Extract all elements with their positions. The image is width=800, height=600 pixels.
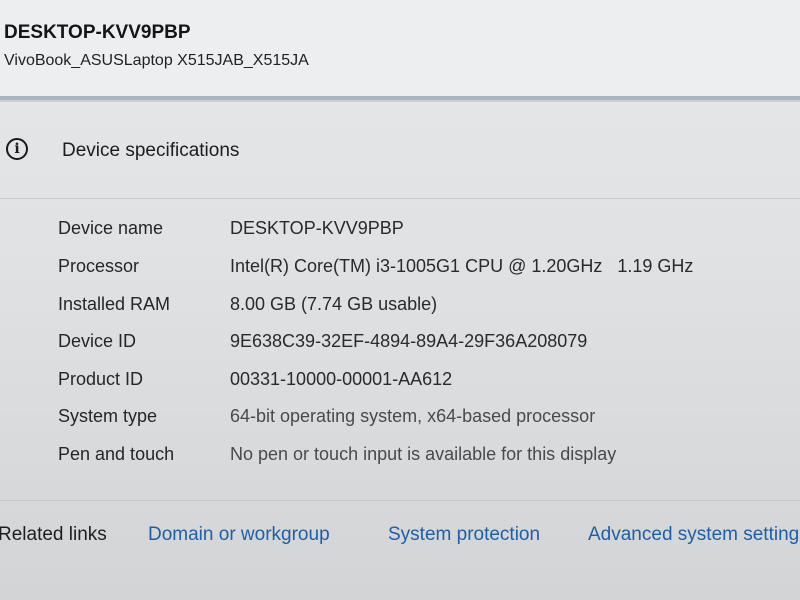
info-icon: i [6,138,28,160]
section-title: Device specifications [62,140,240,161]
spec-value: 9E638C39-32EF-4894-89A4-29F36A208079 [230,331,588,351]
device-model: VivoBook_ASUSLaptop X515JAB_X515JA [4,52,309,69]
related-links-label: Related links [0,524,107,545]
spec-row-device-name: Device name DESKTOP-KVV9PBP [0,218,800,248]
spec-label: Pen and touch [58,444,175,464]
spec-label: System type [58,406,158,426]
spec-label: Product ID [58,369,144,389]
spec-value: DESKTOP-KVV9PBP [230,218,404,238]
spec-row-system-type: System type 64-bit operating system, x64… [0,406,800,436]
section-divider [0,198,800,199]
link-system-protection[interactable]: System protection [388,524,540,546]
link-domain-or-workgroup[interactable]: Domain or workgroup [148,524,330,546]
spec-label: Device ID [58,331,137,351]
spec-label: Device name [58,218,164,238]
spec-value: 8.00 GB (7.74 GB usable) [230,294,438,314]
device-title: DESKTOP-KVV9PBP [4,22,191,43]
spec-value: 64-bit operating system, x64-based proce… [230,406,596,426]
spec-value: Intel(R) Core(TM) i3-1005G1 CPU @ 1.20GH… [230,256,694,276]
spec-value: 00331-10000-00001-AA612 [230,369,453,389]
related-links: Related links Domain or workgroup System… [0,520,800,556]
spec-label: Installed RAM [58,294,171,314]
about-header: DESKTOP-KVV9PBP VivoBook_ASUSLaptop X515… [0,0,800,96]
header-divider-thin [0,100,800,102]
related-divider [0,500,800,501]
spec-row-processor: Processor Intel(R) Core(TM) i3-1005G1 CP… [0,256,800,286]
device-specifications-header: i Device specifications [0,134,800,174]
link-advanced-system-settings[interactable]: Advanced system setting [588,524,799,546]
spec-row-installed-ram: Installed RAM 8.00 GB (7.74 GB usable) [0,294,800,324]
spec-row-product-id: Product ID 00331-10000-00001-AA612 [0,369,800,399]
spec-row-device-id: Device ID 9E638C39-32EF-4894-89A4-29F36A… [0,331,800,361]
spec-label: Processor [58,256,140,276]
spec-value: No pen or touch input is available for t… [230,444,617,464]
spec-row-pen-and-touch: Pen and touch No pen or touch input is a… [0,444,800,474]
